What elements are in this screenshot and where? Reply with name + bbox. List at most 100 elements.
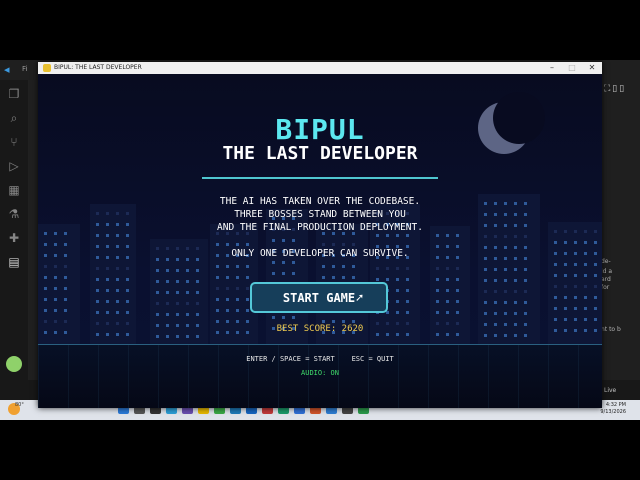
editor-menu-file[interactable]: Fi: [22, 65, 27, 73]
building-window: [446, 300, 449, 303]
building-window: [564, 307, 567, 310]
building-window: [54, 309, 57, 312]
start-game-button[interactable]: START GAME: [250, 282, 388, 313]
building-window: [226, 309, 229, 312]
building-window: [396, 278, 399, 281]
weather-temp: 80°: [15, 402, 24, 408]
close-button[interactable]: ✕: [582, 62, 602, 74]
building-window: [564, 318, 567, 321]
building-window: [594, 318, 597, 321]
building-window: [186, 335, 189, 338]
building-window: [186, 280, 189, 283]
building-window: [216, 276, 219, 279]
building-window: [564, 263, 567, 266]
building-window: [594, 296, 597, 299]
building-window: [514, 290, 517, 293]
building-window: [292, 272, 295, 275]
maximize-button[interactable]: □: [562, 62, 582, 74]
building-window: [292, 316, 295, 319]
building-window: [166, 269, 169, 272]
building-window: [446, 311, 449, 314]
building-window: [236, 320, 239, 323]
run-debug-icon[interactable]: ▷: [6, 158, 22, 174]
search-icon[interactable]: ⌕: [6, 110, 22, 126]
building-window: [196, 313, 199, 316]
building-window: [116, 289, 119, 292]
building-window: [106, 267, 109, 270]
panel-text-line: de-: [601, 258, 611, 265]
building-window: [332, 320, 335, 323]
building-window: [386, 278, 389, 281]
building-window: [396, 234, 399, 237]
source-control-icon[interactable]: ⑂: [6, 134, 22, 150]
minimize-button[interactable]: –: [542, 62, 562, 74]
building-window: [196, 280, 199, 283]
building-window: [456, 267, 459, 270]
vscode-logo-icon: ◂: [4, 63, 10, 76]
building-window: [216, 320, 219, 323]
building-window: [96, 289, 99, 292]
building-window: [216, 309, 219, 312]
building-window: [106, 278, 109, 281]
building-window: [484, 312, 487, 315]
building-window: [126, 267, 129, 270]
panel-text-line: ard: [601, 276, 611, 283]
building-window: [594, 285, 597, 288]
building-window: [54, 276, 57, 279]
building-window: [564, 274, 567, 277]
panel-toolbar-icons[interactable]: ⛶▯▯: [604, 84, 626, 94]
building-window: [156, 291, 159, 294]
tagline: ONLY ONE DEVELOPER CAN SURVIVE.: [231, 248, 409, 259]
explorer-icon[interactable]: ❐: [6, 86, 22, 102]
building-window: [186, 269, 189, 272]
building-window: [196, 291, 199, 294]
building-window: [246, 309, 249, 312]
building-window: [166, 291, 169, 294]
building-window: [564, 285, 567, 288]
building-window: [352, 276, 355, 279]
building-window: [584, 318, 587, 321]
building-window: [456, 289, 459, 292]
building-window: [524, 290, 527, 293]
building-window: [406, 278, 409, 281]
game-canvas[interactable]: BIPUL THE LAST DEVELOPER THE AI HAS TAKE…: [38, 74, 602, 408]
building-window: [584, 307, 587, 310]
building-window: [574, 241, 577, 244]
python-icon[interactable]: ✚: [6, 230, 22, 246]
building-window: [44, 287, 47, 290]
game-titlebar[interactable]: BIPUL: THE LAST DEVELOPER – □ ✕: [38, 62, 602, 74]
building-window: [342, 243, 345, 246]
building-window: [406, 234, 409, 237]
building-window: [176, 313, 179, 316]
status-live[interactable]: Live: [604, 387, 616, 394]
testing-icon[interactable]: ⚗: [6, 206, 22, 222]
pages-icon[interactable]: ▤: [6, 254, 22, 270]
building-window: [514, 235, 517, 238]
building-window: [236, 287, 239, 290]
building-window: [246, 243, 249, 246]
building-window: [504, 334, 507, 337]
extensions-icon[interactable]: ▦: [6, 182, 22, 198]
building-window: [386, 267, 389, 270]
audio-status[interactable]: AUDIO: ON: [38, 369, 602, 377]
building-window: [116, 278, 119, 281]
building-window: [236, 276, 239, 279]
account-avatar[interactable]: [6, 356, 22, 372]
clock-date: 9/13/2026: [600, 409, 626, 415]
building-window: [504, 301, 507, 304]
building-window: [584, 263, 587, 266]
building-window: [64, 320, 67, 323]
building-window: [332, 243, 335, 246]
building-window: [272, 261, 275, 264]
story-line: AND THE FINAL PRODUCTION DEPLOYMENT.: [217, 222, 423, 233]
building-window: [96, 300, 99, 303]
building-window: [96, 234, 99, 237]
building-window: [396, 267, 399, 270]
building-window: [524, 268, 527, 271]
building-window: [524, 301, 527, 304]
building-window: [106, 234, 109, 237]
building-window: [246, 320, 249, 323]
building-window: [282, 261, 285, 264]
building-window: [436, 234, 439, 237]
building-window: [196, 269, 199, 272]
